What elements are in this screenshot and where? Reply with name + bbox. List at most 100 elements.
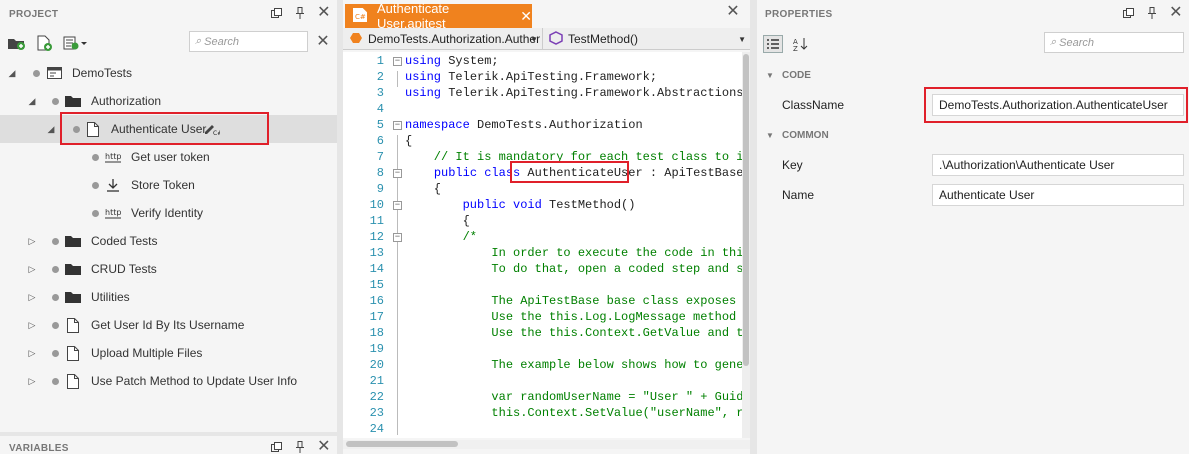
tree-item-label: CRUD Tests: [91, 262, 157, 276]
tree-item-get-user-id[interactable]: ▷ Get User Id By Its Username: [0, 311, 337, 339]
code-line: 16 The ApiTestBase base class exposes Lo…: [369, 294, 750, 308]
svg-text:Z: Z: [793, 45, 798, 51]
search-icon: ⌕: [195, 35, 202, 47]
code-line: 24: [369, 422, 384, 436]
code-line: 19: [369, 342, 384, 356]
tree-item-authorization[interactable]: ◢ Authorization: [0, 87, 337, 115]
method-selector[interactable]: TestMethod() ▼: [543, 28, 750, 50]
close-editor-icon[interactable]: ✕: [726, 4, 740, 20]
app-window: PROJECT ✕ ⌕ Search ✕ ◢ DemoTests ◢ Autho…: [0, 0, 1189, 454]
code-line: 20 The example below shows how to genera…: [369, 358, 750, 372]
tree-item-utilities[interactable]: ▷ Utilities: [0, 283, 337, 311]
code-line: 6{: [376, 134, 413, 148]
scroll-thumb[interactable]: [743, 54, 749, 366]
property-classname[interactable]: ClassName DemoTests.Authorization.Authen…: [757, 87, 1189, 123]
name-value-field[interactable]: Authenticate User: [932, 184, 1184, 206]
class-selector[interactable]: DemoTests.Authorization.Auther ▼: [343, 28, 543, 50]
float-window-icon[interactable]: [269, 6, 283, 20]
tree-item-demotests[interactable]: ◢ DemoTests: [0, 59, 337, 87]
collapse-arrow-icon[interactable]: ▼: [766, 71, 774, 80]
code-area[interactable]: 1− using System; 2 using Telerik.ApiTestin…: [343, 52, 750, 438]
tree-item-authenticate-user[interactable]: ◢ Authenticate User C#: [0, 112, 337, 145]
code-line: 21: [369, 374, 384, 388]
test-file-icon: [65, 317, 81, 333]
tree-item-label: Get user token: [131, 150, 210, 164]
code-line: 15: [369, 278, 384, 292]
code-line: 22 var randomUserName = "User " + Guid.N…: [369, 390, 750, 404]
tree-item-crud-tests[interactable]: ▷ CRUD Tests: [0, 255, 337, 283]
tree-item-label: Verify Identity: [131, 206, 204, 220]
class-icon: [349, 32, 363, 47]
expanded-arrow-icon[interactable]: ◢: [7, 68, 17, 78]
float-window-icon[interactable]: [269, 440, 283, 454]
collapsed-arrow-icon[interactable]: ▷: [27, 292, 37, 302]
status-dot: [52, 321, 59, 329]
pin-icon[interactable]: [293, 440, 307, 454]
category-label: CODE: [782, 69, 811, 81]
properties-title: PROPERTIES: [765, 8, 833, 20]
close-icon[interactable]: ✕: [1169, 5, 1183, 21]
method-selector-value: TestMethod(): [568, 32, 639, 46]
property-name-row[interactable]: Name Authenticate User: [757, 180, 1189, 210]
editor-tabstrip: C# Authenticate User.apitest ✕ ✕: [343, 0, 750, 31]
variables-panel: VARIABLES ✕: [0, 436, 337, 454]
tree-item-label: Use Patch Method to Update User Info: [91, 374, 298, 388]
highlight-box: [924, 87, 1188, 123]
scroll-thumb[interactable]: [346, 441, 458, 447]
tree-item-get-user-token[interactable]: http Get user token: [0, 143, 337, 171]
properties-search-input[interactable]: ⌕ Search: [1044, 32, 1184, 53]
collapsed-arrow-icon[interactable]: ▷: [27, 264, 37, 274]
tree-item-label: DemoTests: [72, 66, 133, 80]
category-code[interactable]: ▼ CODE: [757, 60, 1189, 90]
project-title: PROJECT: [9, 8, 59, 20]
highlight-box: [510, 161, 629, 183]
categorized-view-icon[interactable]: [763, 35, 783, 53]
collapsed-arrow-icon[interactable]: ▷: [27, 320, 37, 330]
collapsed-arrow-icon[interactable]: ▷: [27, 376, 37, 386]
pin-icon[interactable]: [1145, 6, 1159, 20]
code-line: 18 Use the this.Context.GetValue and thi…: [369, 326, 750, 340]
property-key[interactable]: Key .\Authorization\Authenticate User: [757, 150, 1189, 180]
folder-icon: [65, 290, 81, 304]
tree-item-upload-multiple-files[interactable]: ▷ Upload Multiple Files: [0, 339, 337, 367]
property-name: Key: [782, 158, 803, 172]
clear-search-icon[interactable]: ✕: [316, 34, 330, 50]
close-icon[interactable]: ✕: [317, 439, 331, 454]
collapsed-arrow-icon[interactable]: ▷: [27, 236, 37, 246]
add-item-dropdown-icon[interactable]: [62, 34, 88, 52]
collapsed-arrow-icon[interactable]: ▷: [27, 348, 37, 358]
tree-item-use-patch-method[interactable]: ▷ Use Patch Method to Update User Info: [0, 367, 337, 395]
test-file-icon: [65, 345, 81, 361]
vertical-scrollbar[interactable]: [742, 52, 750, 438]
tree-item-verify-identity[interactable]: http Verify Identity: [0, 199, 337, 227]
code-line: 12− /*: [369, 230, 478, 244]
key-value-field[interactable]: .\Authorization\Authenticate User: [932, 154, 1184, 176]
new-test-icon[interactable]: [34, 34, 54, 52]
method-icon: [549, 30, 563, 48]
tree-item-label: Authorization: [91, 94, 162, 108]
status-dot: [52, 377, 59, 385]
tree-item-store-token[interactable]: Store Token: [0, 171, 337, 199]
close-tab-icon[interactable]: ✕: [520, 8, 532, 25]
expanded-arrow-icon[interactable]: ◢: [46, 124, 56, 134]
code-line: 23 this.Context.SetValue("userName", ran…: [369, 406, 750, 420]
project-search-input[interactable]: ⌕ Search: [189, 31, 308, 52]
horizontal-scrollbar[interactable]: [343, 440, 750, 449]
tree-item-coded-tests[interactable]: ▷ Coded Tests: [0, 227, 337, 255]
status-dot: [52, 293, 59, 301]
pin-icon[interactable]: [293, 6, 307, 20]
property-name: Name: [782, 188, 815, 202]
chevron-down-icon: ▼: [738, 34, 746, 44]
category-common[interactable]: ▼ COMMON: [757, 120, 1189, 150]
code-line: 8− public class AuthenticateUser : ApiTe…: [343, 161, 750, 183]
float-window-icon[interactable]: [1121, 6, 1135, 20]
expanded-arrow-icon[interactable]: ◢: [27, 96, 37, 106]
class-selector-value: DemoTests.Authorization.Auther: [368, 32, 541, 46]
tab-authenticate-user[interactable]: C# Authenticate User.apitest ✕: [345, 1, 532, 31]
tree-item-label: Upload Multiple Files: [91, 346, 203, 360]
close-icon[interactable]: ✕: [317, 5, 331, 21]
variables-title: VARIABLES: [9, 442, 69, 454]
collapse-arrow-icon[interactable]: ▼: [766, 131, 774, 140]
new-folder-icon[interactable]: [6, 34, 26, 52]
sort-alphabetical-icon[interactable]: AZ: [791, 35, 811, 53]
